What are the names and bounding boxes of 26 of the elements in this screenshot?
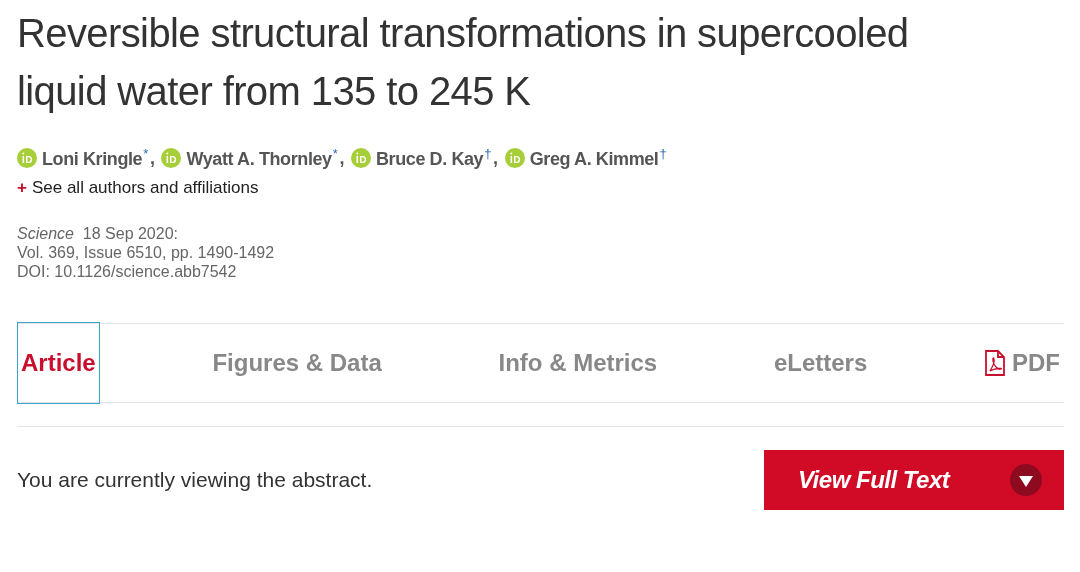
orcid-icon[interactable] bbox=[351, 148, 371, 168]
separator: , bbox=[339, 147, 344, 169]
separator: , bbox=[493, 147, 498, 169]
tab[interactable]: Article bbox=[17, 322, 100, 404]
separator: , bbox=[149, 147, 155, 169]
tab[interactable]: PDF bbox=[979, 322, 1064, 404]
tab[interactable]: Info & Metrics bbox=[494, 322, 662, 404]
plus-icon[interactable]: + bbox=[17, 178, 27, 198]
author-link[interactable]: Wyatt A. Thornley$^{*}$ bbox=[186, 146, 338, 170]
pdf-icon bbox=[983, 350, 1006, 376]
caret-icon bbox=[1010, 464, 1042, 496]
author-link[interactable]: Bruce D. Kay$^{†}$ bbox=[376, 146, 492, 170]
tab[interactable]: Figures & Data bbox=[208, 322, 386, 404]
abstract-notice: You are currently viewing the abstract. bbox=[17, 468, 373, 492]
affiliations-link[interactable]: See all authors and affiliations bbox=[31, 178, 259, 198]
article-title: Reversible structural transformations in supercooled liquid water from 135 to 245 K bbox=[17, 10, 910, 115]
author-link[interactable]: Greg A. Kimmel$^{†}$ bbox=[529, 146, 667, 170]
orcid-icon[interactable] bbox=[504, 148, 525, 168]
tab[interactable]: eLetters bbox=[769, 322, 872, 404]
citation-volume: Vol. 369, Issue 6510, pp. 1490-1492 bbox=[17, 243, 276, 262]
citation-doi: DOI: 10.1126/science.abb7542 bbox=[17, 262, 238, 281]
author-link[interactable]: Loni Kringle$^{*}$ bbox=[42, 146, 148, 170]
orcid-icon[interactable] bbox=[17, 148, 37, 168]
view-full-text-button[interactable]: View Full Text bbox=[764, 450, 1064, 510]
citation-date: Science 18 Sep 2020: bbox=[17, 224, 179, 243]
orcid-icon[interactable] bbox=[161, 148, 182, 168]
